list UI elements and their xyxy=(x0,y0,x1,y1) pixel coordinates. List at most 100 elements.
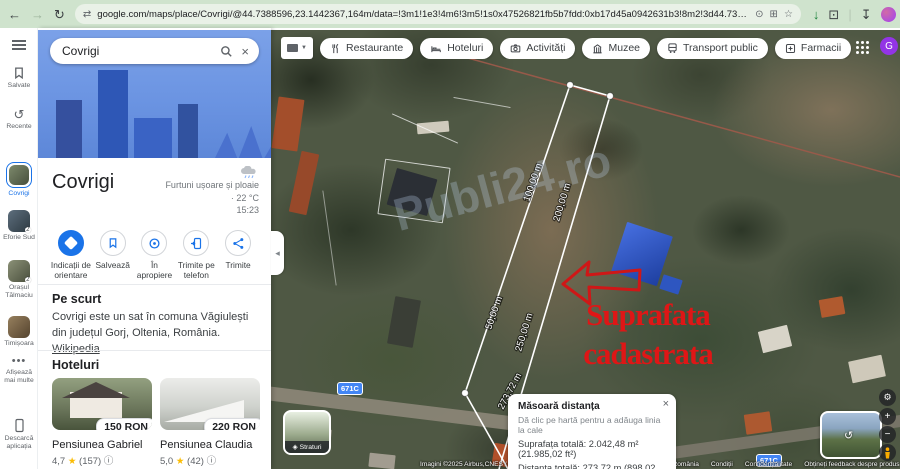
pegman-button[interactable] xyxy=(879,444,896,461)
more-dots-icon: ••• xyxy=(12,356,27,367)
measure-hint: Dă clic pe hartă pentru a adăuga linia l… xyxy=(518,415,666,435)
action-buttons-row: Indicații de orientare Salvează În aprop… xyxy=(38,230,271,280)
pegman-icon xyxy=(883,447,892,459)
back-icon[interactable]: ← xyxy=(8,8,21,21)
chevron-left-icon: ◂ xyxy=(275,248,280,259)
street-view-thumbnail[interactable]: ↺ xyxy=(820,411,882,459)
place-thumbnail: 2 xyxy=(8,210,30,232)
place-title: Covrigi xyxy=(52,171,114,194)
send-to-phone-button[interactable]: Trimite pe telefon xyxy=(175,230,217,280)
forward-icon[interactable]: → xyxy=(31,8,44,21)
layers-control[interactable]: ◈ Straturi xyxy=(283,410,331,455)
weather-time: 15:23 xyxy=(165,204,259,217)
chip-museums[interactable]: Muzee xyxy=(582,38,650,59)
search-icon[interactable] xyxy=(220,45,233,58)
chip-hotels[interactable]: Hoteluri xyxy=(420,38,493,59)
hotel-name[interactable]: Pensiunea Claudia xyxy=(160,439,260,451)
extension-arrow-icon[interactable]: ↓ xyxy=(813,8,820,21)
share-button[interactable]: Trimite xyxy=(217,230,259,280)
footer-link-feedback[interactable]: Obțineți feedback despre produs xyxy=(804,461,899,468)
bus-icon xyxy=(667,42,678,54)
pano-arrow-icon: ↺ xyxy=(844,429,853,442)
extensions-icon[interactable]: ⊡ xyxy=(828,8,839,21)
account-avatar[interactable]: G xyxy=(880,37,898,55)
rail-item-get-app[interactable]: Descarcă aplicația xyxy=(0,418,38,452)
info-icon[interactable]: ⓘ xyxy=(207,456,217,467)
nearby-icon xyxy=(148,237,161,250)
clear-search-icon[interactable]: × xyxy=(241,44,249,59)
reload-icon[interactable]: ↻ xyxy=(54,8,65,21)
panel-collapse-handle[interactable]: ◂ xyxy=(271,231,284,275)
left-rail: Salvate ↺ Recente Covrigi 2 Eforie Sud 2… xyxy=(0,28,38,469)
site-settings-icon[interactable]: ⇄ xyxy=(83,9,91,20)
layers-label: ◈ Straturi xyxy=(285,441,329,453)
main-menu-button[interactable] xyxy=(0,40,38,50)
nearby-button[interactable]: În apropiere xyxy=(134,230,176,280)
search-input[interactable] xyxy=(60,43,212,59)
measure-distance: Distanța totală: 273,72 m (898,02 ft) xyxy=(518,463,666,469)
chip-restaurants[interactable]: Restaurante xyxy=(320,38,413,59)
hotel-name[interactable]: Pensiunea Gabriel xyxy=(52,439,152,451)
rail-item-covrigi[interactable]: Covrigi xyxy=(0,162,38,198)
share-icon xyxy=(232,237,245,250)
hotel-price-badge: 220 RON xyxy=(204,418,260,430)
footer-link-privacy[interactable]: Confidențialitate xyxy=(745,461,792,468)
measure-title: Măsoară distanța xyxy=(518,401,666,412)
segment-label: 200,00 m xyxy=(551,182,573,223)
map-power-line xyxy=(446,52,900,177)
hotel-photo[interactable]: 220 RON xyxy=(160,378,260,430)
search-bar[interactable]: × xyxy=(50,38,259,64)
address-bar[interactable]: ⇄ google.com/maps/place/Covrigi/@44.7388… xyxy=(75,4,801,24)
layers-diamond-icon: ◈ xyxy=(292,444,297,451)
url-text[interactable]: google.com/maps/place/Covrigi/@44.738859… xyxy=(97,9,749,20)
send-to-phone-icon xyxy=(190,237,203,250)
zoom-out-button[interactable]: − xyxy=(879,426,896,443)
zoom-in-button[interactable]: + xyxy=(879,408,896,425)
chip-transit[interactable]: Transport public xyxy=(657,38,768,59)
place-panel: × Covrigi Furtuni ușoare și ploaie · 22 … xyxy=(38,28,271,469)
directions-button[interactable]: Indicații de orientare xyxy=(50,230,92,280)
hotel-photo[interactable]: 150 RON xyxy=(52,378,152,430)
pharmacy-cross-icon xyxy=(785,43,796,54)
save-button[interactable]: Salvează xyxy=(92,230,134,280)
footer-link-country[interactable]: România xyxy=(673,461,699,468)
phone-icon xyxy=(13,418,26,433)
hero-building xyxy=(98,70,128,158)
bookmark-star-icon[interactable]: ☆ xyxy=(784,9,793,20)
segment-label: 250,00 m xyxy=(513,312,535,353)
hotel-rating: 5,0 ★ (42) ⓘ xyxy=(160,453,260,467)
wikipedia-link[interactable]: Wikipedia xyxy=(52,343,100,355)
rail-item-orasul-talmaciu[interactable]: 2 Orașul Tălmaciu xyxy=(0,260,38,301)
bed-icon xyxy=(430,43,442,54)
museum-icon xyxy=(592,43,603,54)
send-to-device-icon[interactable]: ⊞ xyxy=(770,9,778,20)
hotel-card[interactable]: 220 RON Pensiunea Claudia 5,0 ★ (42) ⓘ xyxy=(160,378,260,467)
rail-item-eforie-sud[interactable]: 2 Eforie Sud xyxy=(0,210,38,242)
toolbar-divider: | xyxy=(848,8,851,21)
hotels-heading: Hoteluri xyxy=(52,358,99,372)
hero-building xyxy=(56,100,82,158)
browser-actions: ↓ ⊡ | ↧ ⋮ xyxy=(813,7,900,22)
bookmark-icon xyxy=(107,237,119,249)
chip-pharmacies[interactable]: Farmacii xyxy=(775,38,851,59)
minimap-control[interactable]: ▼ xyxy=(281,37,313,59)
rail-item-show-more[interactable]: ••• Afișează mai multe xyxy=(0,356,38,386)
browser-toolbar: ← → ↻ ⇄ google.com/maps/place/Covrigi/@4… xyxy=(0,0,900,28)
about-heading: Pe scurt xyxy=(52,292,101,306)
settings-button[interactable]: ⚙ xyxy=(879,389,896,406)
place-hero-image[interactable]: × xyxy=(38,30,271,158)
rail-item-recent[interactable]: ↺ Recente xyxy=(0,108,38,131)
downloads-icon[interactable]: ↧ xyxy=(861,8,872,21)
close-icon[interactable]: × xyxy=(663,398,669,410)
info-icon[interactable]: ⓘ xyxy=(104,456,114,467)
browser-profile-avatar[interactable] xyxy=(881,7,896,22)
chip-activities[interactable]: Activități xyxy=(500,38,575,59)
selected-thumbnail xyxy=(6,162,32,188)
hotel-card[interactable]: 150 RON Pensiunea Gabriel 4,7 ★ (157) ⓘ xyxy=(52,378,152,467)
location-icon[interactable]: ⊙ xyxy=(755,9,763,20)
weather-temperature: · 22 °C xyxy=(165,192,259,205)
rail-item-timisoara[interactable]: Timișoara xyxy=(0,316,38,348)
weather-widget[interactable]: Furtuni ușoare și ploaie · 22 °C 15:23 xyxy=(165,166,259,217)
footer-link-terms[interactable]: Condiții xyxy=(711,461,733,468)
rail-item-saved[interactable]: Salvate xyxy=(0,66,38,90)
